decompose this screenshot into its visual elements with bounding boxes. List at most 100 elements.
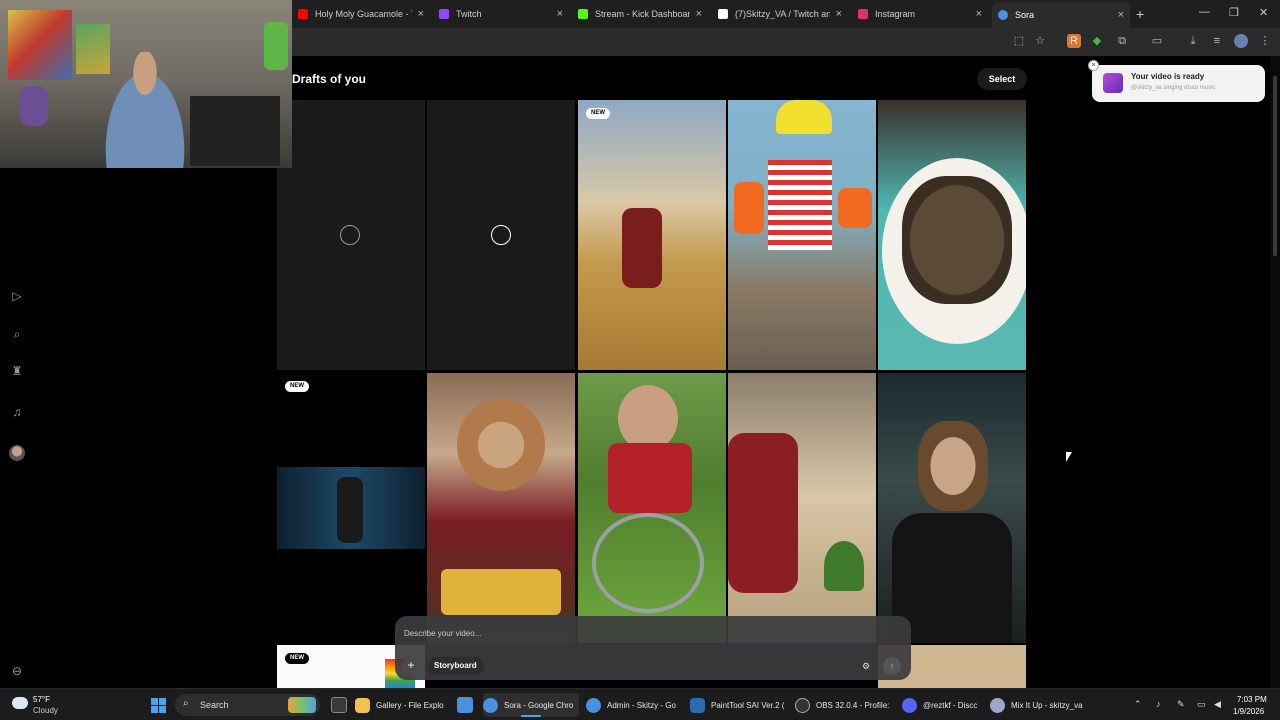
- draft-video-tile[interactable]: [578, 373, 726, 643]
- draft-video-tile[interactable]: [878, 100, 1026, 370]
- bell-icon[interactable]: ♫: [10, 405, 24, 419]
- display-icon[interactable]: ▭: [1197, 699, 1206, 710]
- tab-twitch[interactable]: Twitch ×: [433, 4, 569, 24]
- close-icon[interactable]: ×: [696, 8, 702, 20]
- video-ready-toast[interactable]: Your video is ready @skitzy_va singing d…: [1092, 65, 1265, 102]
- minimize-button[interactable]: —: [1199, 6, 1210, 18]
- taskbar-item-painttool-sai[interactable]: PaintTool SAI Ver.2 (: [690, 693, 788, 717]
- taskbar-item-obs[interactable]: OBS 32.0.4 - Profile:: [795, 693, 895, 717]
- scrollbar[interactable]: [1270, 56, 1280, 688]
- bookmark-star-icon[interactable]: ☆: [1033, 34, 1047, 48]
- loading-spinner-icon: [340, 225, 360, 245]
- avatar[interactable]: [9, 445, 25, 461]
- taskbar-item-label: Sora - Google Chro: [504, 700, 574, 710]
- taskbar-item-chrome-admin[interactable]: Admin - Skitzy - Go: [586, 693, 683, 717]
- profile-avatar-icon[interactable]: [1234, 34, 1248, 48]
- webcam-poster: [8, 10, 72, 80]
- close-icon[interactable]: ×: [1118, 9, 1124, 21]
- taskbar-item-file-explorer[interactable]: Gallery - File Explo: [355, 693, 448, 717]
- volume-icon[interactable]: ◀: [1214, 699, 1221, 710]
- search-icon: ⌕: [183, 698, 189, 709]
- photos-icon[interactable]: [457, 697, 473, 713]
- send-button[interactable]: ↑: [883, 657, 901, 675]
- draft-video-tile[interactable]: [427, 373, 575, 643]
- draft-video-tile[interactable]: [728, 373, 876, 643]
- add-media-button[interactable]: +: [402, 657, 420, 675]
- toast-close-button[interactable]: ×: [1088, 60, 1099, 71]
- weather-description[interactable]: Cloudy: [33, 706, 58, 715]
- clock-time[interactable]: 7:03 PM: [1237, 695, 1267, 704]
- webcam-overlay: [0, 0, 292, 168]
- windows-start-icon[interactable]: [151, 698, 166, 713]
- tab-youtube[interactable]: Holy Moly Guacamole - Yo ×: [292, 4, 430, 24]
- close-icon[interactable]: ×: [976, 8, 982, 20]
- video-thumbnail-subject: [622, 208, 662, 288]
- close-icon[interactable]: ×: [557, 8, 563, 20]
- video-thumbnail-subject: [776, 100, 832, 134]
- search-icon[interactable]: ⌕: [10, 327, 24, 341]
- draft-video-tile[interactable]: [728, 100, 876, 370]
- video-thumbnail-subject: [734, 182, 764, 234]
- video-thumbnail-subject: [902, 176, 1012, 304]
- painttool-icon: [690, 697, 705, 713]
- close-icon[interactable]: ×: [418, 8, 424, 20]
- new-tab-button[interactable]: +: [1136, 6, 1144, 22]
- draft-loading-tile[interactable]: [427, 100, 575, 370]
- draft-video-tile[interactable]: NEW: [578, 100, 726, 370]
- draft-video-tile[interactable]: NEW: [277, 373, 425, 643]
- taskbar-item-discord[interactable]: @reztkf - Discc: [902, 693, 982, 717]
- tab-label: (7)Skitzy_VA / Twitch and: [735, 9, 830, 19]
- cloud-icon[interactable]: [12, 697, 28, 709]
- webcam-shelf: [190, 96, 280, 166]
- prompt-input[interactable]: Describe your video...: [404, 629, 481, 638]
- taskbar-search[interactable]: ⌕ Search: [175, 694, 320, 716]
- menu-icon[interactable]: ⋮: [1258, 34, 1272, 48]
- draft-loading-tile[interactable]: [277, 100, 425, 370]
- search-label: Search: [200, 700, 229, 710]
- taskbar-item-label: Mix It Up - skitzy_va: [1011, 700, 1083, 710]
- screen: Holy Moly Guacamole - Yo × Twitch × Stre…: [0, 0, 1280, 720]
- chrome-icon: [483, 697, 498, 713]
- extension-icon[interactable]: R: [1067, 34, 1081, 48]
- media-control-icon[interactable]: ≡: [1210, 34, 1224, 48]
- tab-search-icon[interactable]: ▭: [1150, 34, 1164, 48]
- storyboard-button[interactable]: Storyboard: [427, 657, 484, 675]
- clock-date[interactable]: 1/9/2026: [1233, 707, 1264, 716]
- new-badge: NEW: [285, 381, 309, 392]
- pen-icon[interactable]: ✎: [1177, 699, 1185, 710]
- trophy-icon[interactable]: ♜: [10, 364, 24, 378]
- video-thumbnail-subject: [618, 385, 678, 451]
- tab-label: Holy Moly Guacamole - Yo: [315, 9, 412, 19]
- download-icon[interactable]: ⤓: [1186, 34, 1200, 48]
- loading-spinner-icon: [491, 225, 511, 245]
- shield-icon[interactable]: ◆: [1090, 34, 1104, 48]
- instagram-icon: [858, 9, 868, 19]
- install-app-icon[interactable]: ⬚: [1012, 34, 1026, 48]
- restore-button[interactable]: ❐: [1229, 6, 1239, 19]
- tray-overflow-icon[interactable]: ⌃: [1134, 699, 1142, 710]
- tab-instagram[interactable]: Instagram ×: [852, 4, 988, 24]
- tab-label: Instagram: [875, 9, 916, 19]
- windows-taskbar: 57°F Cloudy ⌕ Search Gallery - File Expl…: [0, 688, 1280, 720]
- extensions-puzzle-icon[interactable]: ⧉: [1115, 34, 1129, 48]
- scrollbar-thumb[interactable]: [1273, 76, 1277, 256]
- weather-temperature[interactable]: 57°F: [33, 695, 50, 704]
- tab-kick[interactable]: Stream - Kick Dashboard ×: [572, 4, 708, 24]
- taskbar-item-mix-it-up[interactable]: Mix It Up - skitzy_va: [990, 693, 1088, 717]
- video-thumbnail-subject: [768, 160, 832, 250]
- draft-video-tile[interactable]: [878, 373, 1026, 643]
- discord-icon: [902, 697, 917, 713]
- tiktok-icon: [718, 9, 728, 19]
- close-icon[interactable]: ×: [836, 8, 842, 20]
- home-icon[interactable]: ▷: [10, 289, 24, 303]
- microphone-icon[interactable]: ♪: [1156, 699, 1161, 709]
- select-button[interactable]: Select: [977, 68, 1027, 90]
- taskbar-item-chrome-sora[interactable]: Sora - Google Chro: [483, 693, 579, 717]
- taskbar-item-label: Gallery - File Explo: [376, 700, 444, 710]
- task-view-icon[interactable]: [331, 697, 347, 713]
- settings-icon[interactable]: ⊖: [10, 664, 24, 678]
- tab-tiktok[interactable]: (7)Skitzy_VA / Twitch and ×: [712, 4, 848, 24]
- tab-sora[interactable]: Sora ×: [992, 2, 1130, 28]
- window-close-button[interactable]: ✕: [1259, 6, 1268, 19]
- sliders-icon[interactable]: ⚙: [858, 658, 874, 674]
